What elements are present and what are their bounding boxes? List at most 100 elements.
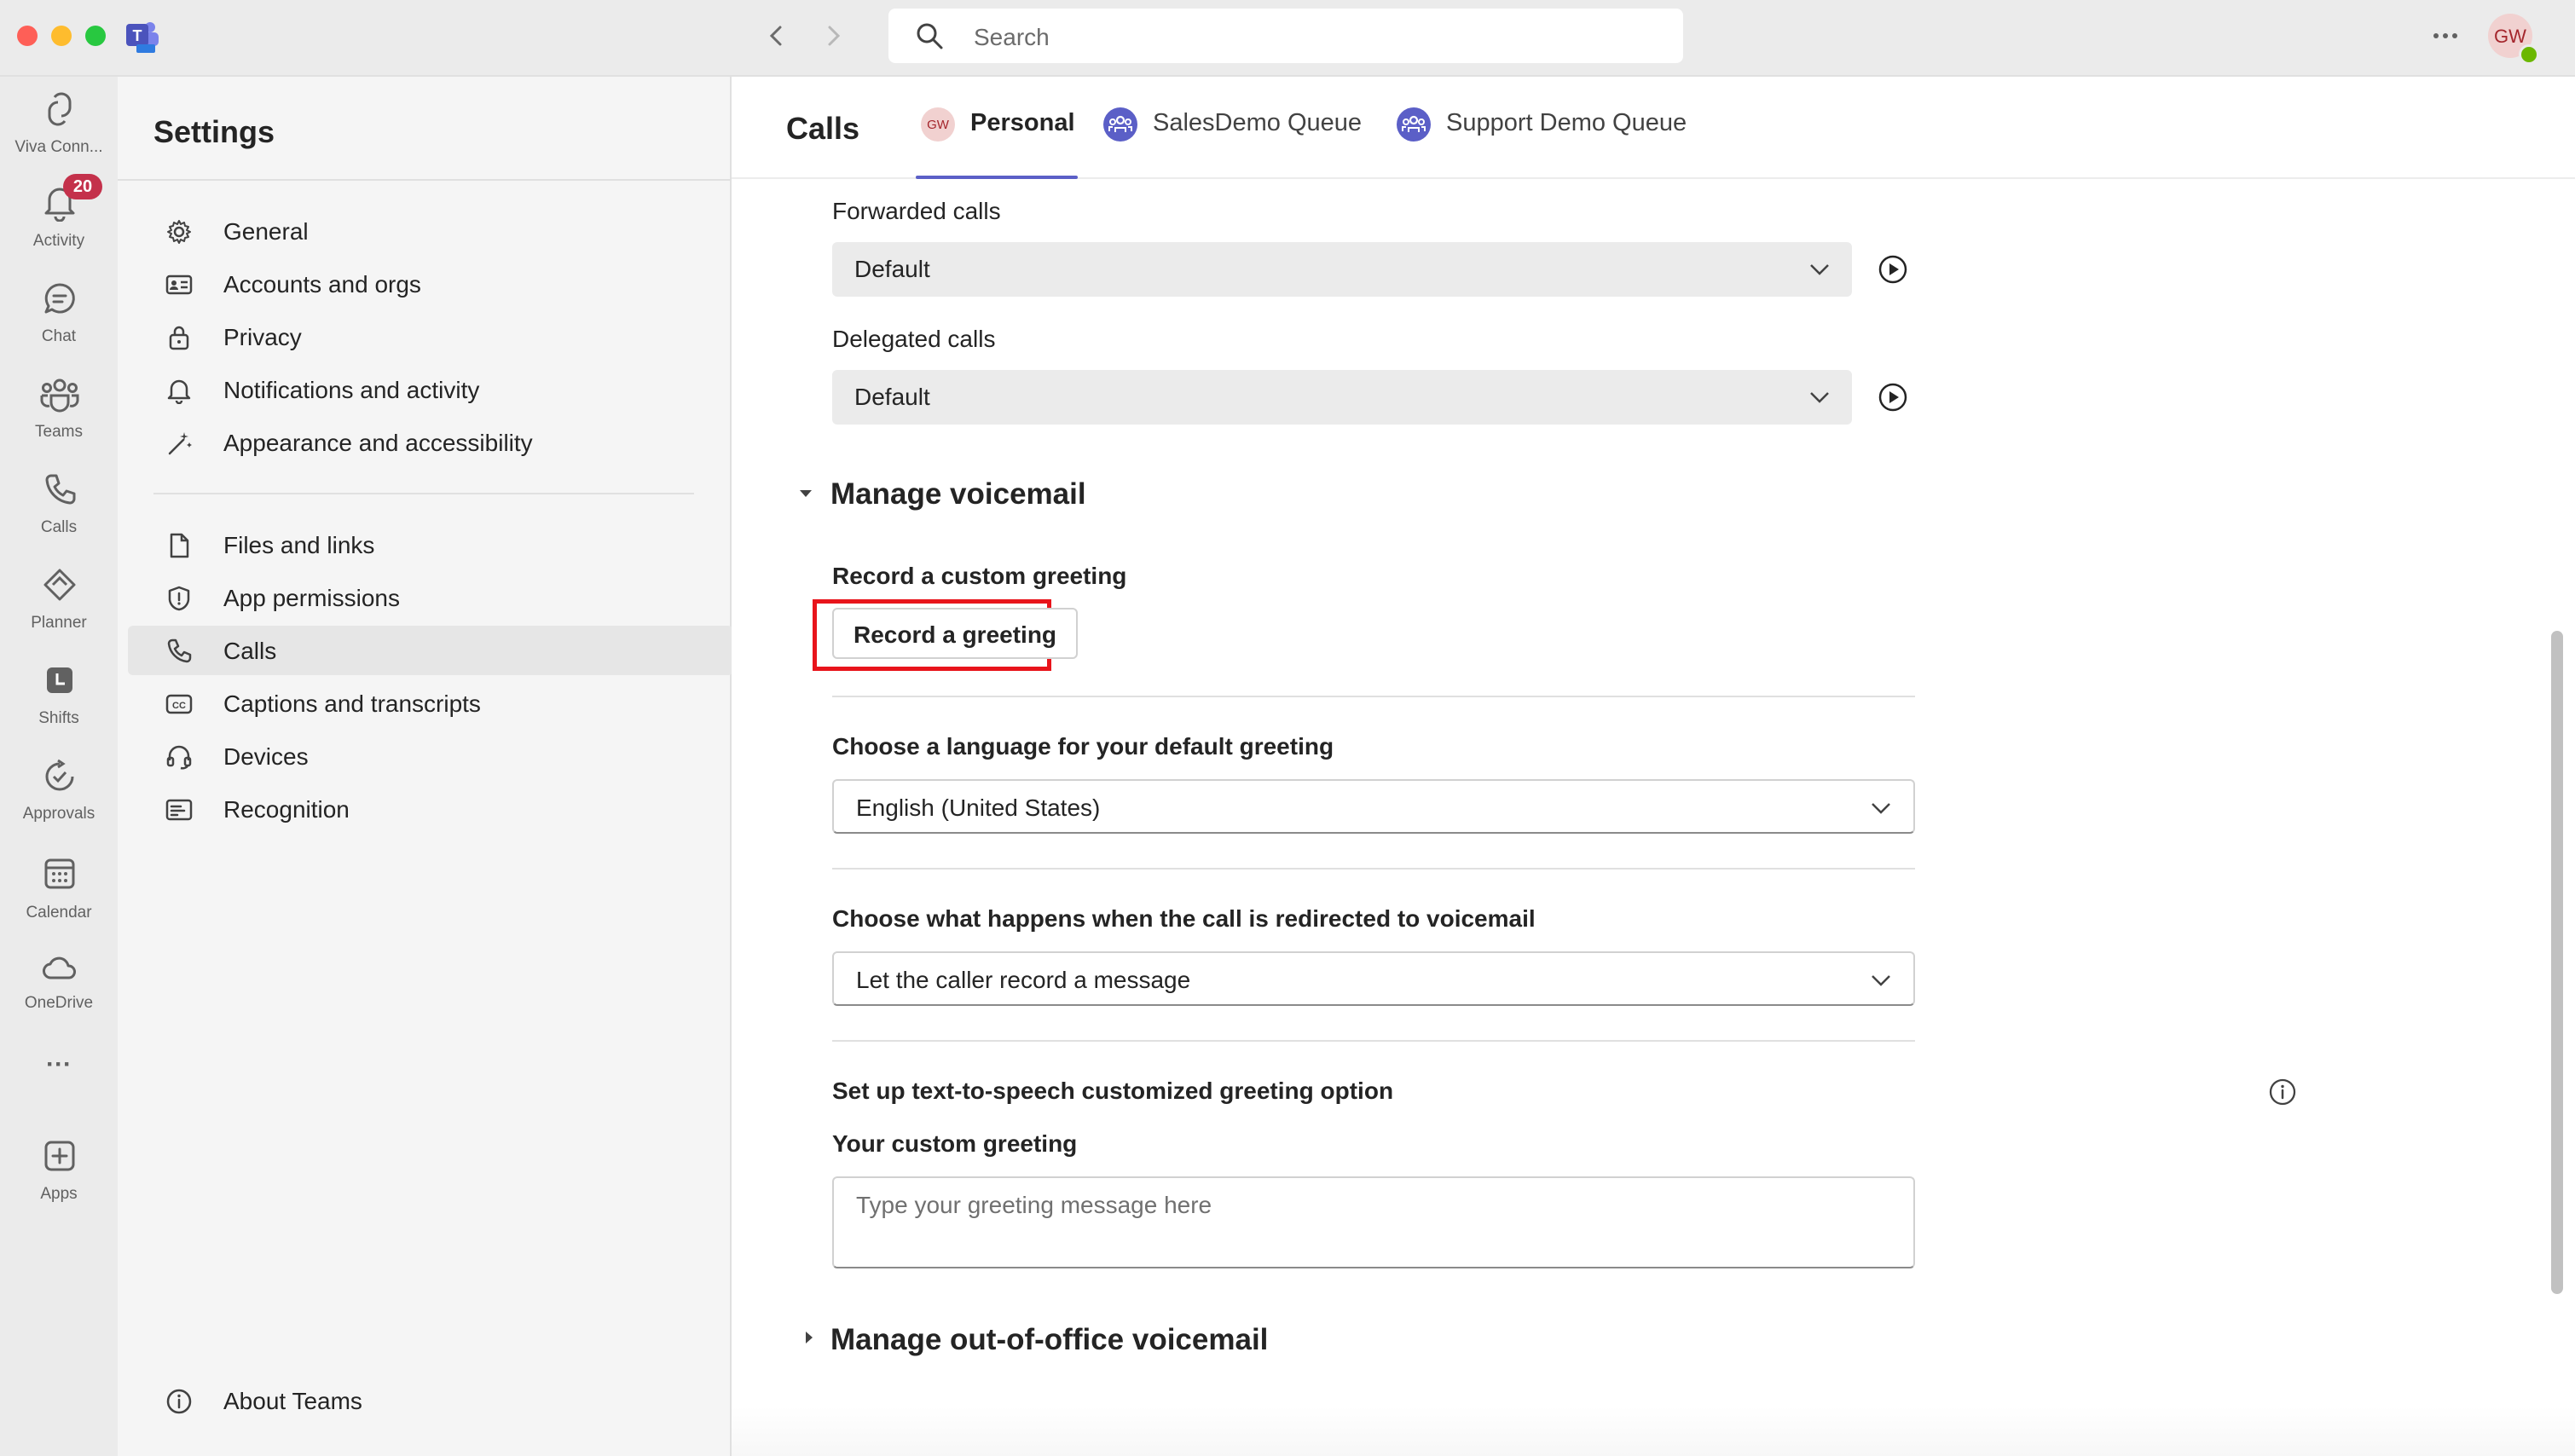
nav-label: Accounts and orgs bbox=[223, 271, 421, 298]
nav-item-recognition[interactable]: Recognition bbox=[128, 784, 733, 834]
recognition-icon bbox=[165, 799, 193, 821]
add-apps-icon bbox=[44, 1141, 75, 1171]
close-window-button[interactable] bbox=[17, 26, 38, 46]
language-label: Choose a language for your default greet… bbox=[832, 733, 1334, 760]
rail-item-apps[interactable]: Apps bbox=[0, 1139, 118, 1209]
tab-label: SalesDemo Queue bbox=[1153, 109, 1363, 136]
nav-item-captions[interactable]: CC Captions and transcripts bbox=[128, 679, 733, 728]
search-icon bbox=[914, 20, 945, 51]
delegated-calls-ringtone-select[interactable]: Default bbox=[832, 370, 1852, 425]
info-icon[interactable] bbox=[2268, 1078, 2297, 1106]
tab-salesdemo-queue[interactable]: SalesDemo Queue bbox=[1103, 107, 1368, 145]
phone-icon bbox=[167, 638, 192, 663]
chevron-down-icon bbox=[1872, 975, 1890, 986]
queue-icon bbox=[1103, 107, 1137, 142]
rail-item-planner[interactable]: Planner bbox=[0, 568, 118, 638]
selected-value: Default bbox=[854, 384, 930, 410]
rail-item-calendar[interactable]: Calendar bbox=[0, 856, 118, 926]
file-icon bbox=[170, 533, 189, 558]
manage-voicemail-toggle[interactable]: Manage voicemail bbox=[796, 472, 1905, 517]
activity-badge: 20 bbox=[63, 174, 102, 199]
nav-item-privacy[interactable]: Privacy bbox=[128, 312, 733, 361]
nav-label: Privacy bbox=[223, 324, 302, 350]
scrollbar-thumb[interactable] bbox=[2551, 631, 2563, 1294]
closed-captions-icon: CC bbox=[165, 694, 193, 714]
nav-item-calls[interactable]: Calls bbox=[128, 626, 733, 675]
rail-label: Calendar bbox=[26, 904, 92, 922]
queue-icon bbox=[1397, 107, 1431, 142]
back-arrow-icon[interactable] bbox=[764, 20, 790, 51]
calls-header: Calls GW Personal SalesDemo Queue Suppor… bbox=[732, 77, 2575, 179]
rail-item-calls[interactable]: Calls bbox=[0, 472, 118, 542]
rail-item-approvals[interactable]: Approvals bbox=[0, 759, 118, 829]
tab-support-demo-queue[interactable]: Support Demo Queue bbox=[1397, 107, 1704, 145]
custom-greeting-textarea[interactable]: Type your greeting message here bbox=[832, 1176, 1915, 1268]
forwarded-calls-ringtone-select[interactable]: Default bbox=[832, 242, 1852, 297]
avatar[interactable]: GW bbox=[2488, 14, 2539, 65]
forward-arrow-icon[interactable] bbox=[820, 20, 846, 51]
gear-icon bbox=[167, 220, 191, 244]
nav-header-divider bbox=[118, 179, 730, 181]
calls-settings-panel: Calls GW Personal SalesDemo Queue Suppor… bbox=[732, 77, 2575, 1456]
section-heading: Manage out-of-office voicemail bbox=[830, 1323, 1269, 1356]
nav-label: About Teams bbox=[223, 1388, 362, 1414]
teams-icon bbox=[40, 378, 79, 413]
selected-value: English (United States) bbox=[856, 794, 1101, 821]
play-ringtone-icon[interactable] bbox=[1878, 254, 1908, 285]
nav-label: Appearance and accessibility bbox=[223, 430, 533, 456]
svg-text:T: T bbox=[133, 27, 142, 44]
minimize-window-button[interactable] bbox=[51, 26, 72, 46]
more-options-icon[interactable] bbox=[2428, 19, 2462, 53]
maximize-window-button[interactable] bbox=[85, 26, 106, 46]
button-label: Record a greeting bbox=[853, 621, 1057, 648]
rail-label: Calls bbox=[40, 518, 78, 536]
page-title: Calls bbox=[786, 111, 860, 146]
rail-label: Teams bbox=[35, 423, 83, 441]
caret-down-icon bbox=[800, 490, 812, 497]
rail-item-viva-connections[interactable]: Viva Conn... bbox=[0, 92, 118, 162]
more-apps-icon: ··· bbox=[46, 1050, 72, 1078]
rail-item-activity[interactable]: 20 Activity bbox=[0, 174, 118, 254]
rail-item-chat[interactable]: Chat bbox=[0, 281, 118, 351]
tab-label: Personal bbox=[970, 109, 1075, 136]
rail-label: Approvals bbox=[22, 805, 95, 823]
nav-label: Captions and transcripts bbox=[223, 690, 481, 717]
nav-label: Notifications and activity bbox=[223, 377, 480, 403]
nav-item-about[interactable]: About Teams bbox=[128, 1376, 733, 1425]
nav-item-accounts[interactable]: Accounts and orgs bbox=[128, 259, 733, 309]
selected-value: Let the caller record a message bbox=[856, 967, 1191, 993]
nav-label: Calls bbox=[223, 638, 277, 664]
cloud-icon bbox=[43, 956, 76, 979]
title-bar: T Search GW bbox=[0, 0, 2575, 77]
section-divider bbox=[832, 696, 1915, 697]
more-apps-button[interactable]: ··· bbox=[0, 1050, 118, 1084]
nav-label: General bbox=[223, 218, 309, 245]
rail-item-onedrive[interactable]: OneDrive bbox=[0, 951, 118, 1021]
rail-label: Planner bbox=[31, 614, 87, 632]
tab-avatar-initials: GW bbox=[927, 118, 949, 132]
chevron-down-icon bbox=[1810, 264, 1829, 275]
voicemail-redirect-select[interactable]: Let the caller record a message bbox=[832, 951, 1915, 1006]
headset-icon bbox=[166, 745, 192, 770]
scroll-fade bbox=[732, 1407, 2575, 1456]
greeting-language-select[interactable]: English (United States) bbox=[832, 779, 1915, 834]
nav-item-app-permissions[interactable]: App permissions bbox=[128, 573, 733, 622]
tab-personal[interactable]: GW Personal bbox=[916, 107, 1088, 179]
search-input[interactable]: Search bbox=[888, 9, 1683, 63]
info-icon bbox=[166, 1389, 192, 1414]
rail-item-shifts[interactable]: Shifts bbox=[0, 663, 118, 733]
nav-label: Devices bbox=[223, 743, 309, 770]
textarea-placeholder: Type your greeting message here bbox=[856, 1192, 1212, 1218]
manage-out-of-office-toggle[interactable]: Manage out-of-office voicemail bbox=[796, 1318, 1905, 1362]
nav-item-appearance[interactable]: Appearance and accessibility bbox=[128, 418, 733, 467]
nav-item-files[interactable]: Files and links bbox=[128, 520, 733, 569]
rail-item-teams[interactable]: Teams bbox=[0, 377, 118, 447]
nav-item-devices[interactable]: Devices bbox=[128, 731, 733, 781]
play-ringtone-icon[interactable] bbox=[1878, 382, 1908, 413]
lock-icon bbox=[169, 326, 189, 350]
svg-text:CC: CC bbox=[172, 701, 186, 711]
nav-item-general[interactable]: General bbox=[128, 206, 733, 256]
nav-label: Recognition bbox=[223, 796, 350, 823]
record-greeting-button[interactable]: Record a greeting bbox=[832, 608, 1078, 659]
nav-item-notifications[interactable]: Notifications and activity bbox=[128, 365, 733, 414]
